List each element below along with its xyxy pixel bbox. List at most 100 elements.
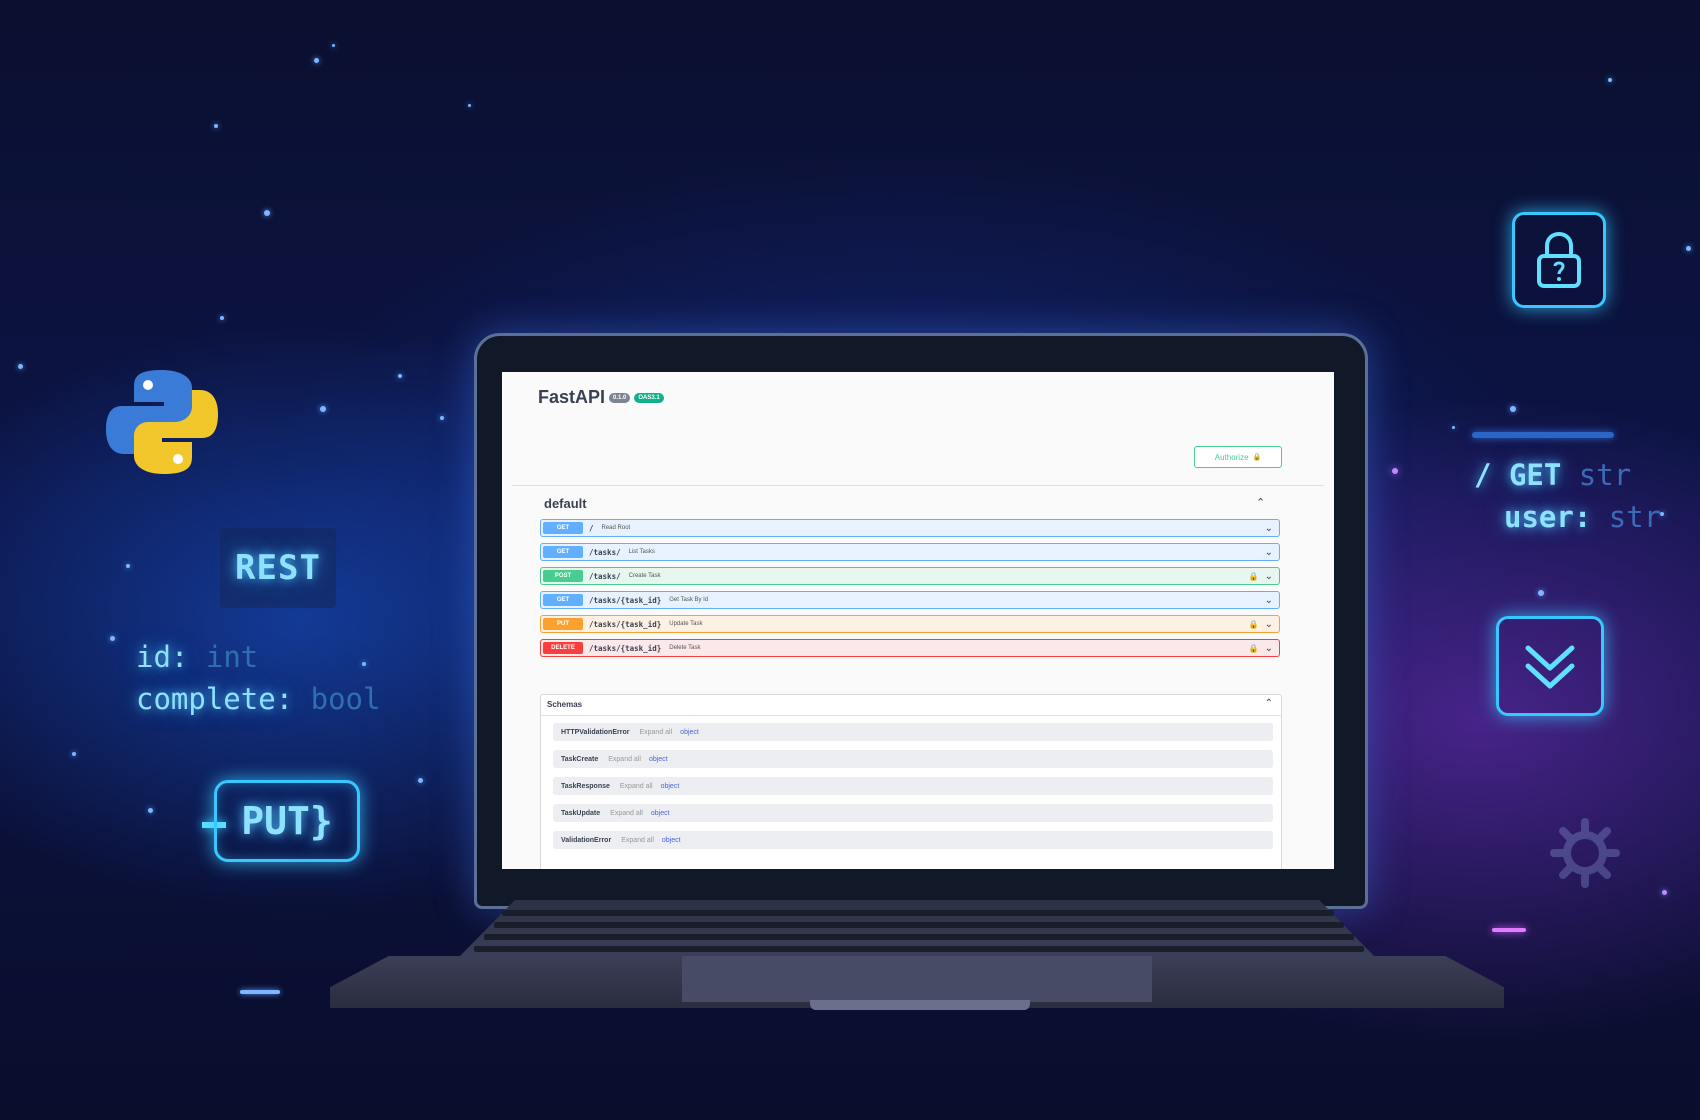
chevron-up-icon[interactable]: ⌃	[1265, 698, 1273, 709]
star	[1662, 890, 1667, 895]
key-row	[484, 934, 1354, 940]
authorize-button[interactable]: Authorize 🔒	[1194, 446, 1282, 468]
operation-path: /tasks/{task_id}	[589, 595, 662, 605]
code-line: / GET str	[1474, 454, 1661, 496]
operation-path: /tasks/{task_id}	[589, 619, 662, 629]
section-title[interactable]: default	[544, 496, 587, 511]
method-badge: GET	[543, 594, 583, 606]
chevron-down-icon[interactable]: ⌄	[1265, 595, 1273, 606]
star	[1392, 468, 1398, 474]
operation-summary: Read Root	[601, 525, 631, 531]
code-type: str	[1578, 458, 1632, 492]
operation-post-tasks[interactable]: POST /tasks/ Create Task 🔒 ⌄	[540, 567, 1280, 585]
operation-path: /	[589, 523, 594, 533]
lock-icon[interactable]: 🔒	[1249, 620, 1259, 629]
star	[398, 374, 402, 378]
laptop-base	[330, 900, 1504, 1020]
operation-delete-task[interactable]: DELETE /tasks/{task_id} Delete Task 🔒 ⌄	[540, 639, 1280, 657]
schema-name: TaskUpdate	[561, 809, 601, 817]
star	[332, 44, 335, 47]
operation-get-task[interactable]: GET /tasks/{task_id} Get Task By Id ⌄	[540, 591, 1280, 609]
operation-get-root[interactable]: GET / Read Root ⌄	[540, 519, 1280, 537]
chevron-down-icon[interactable]: ⌄	[1265, 571, 1273, 582]
code-line: id: int	[136, 636, 380, 678]
schema-name: HTTPValidationError	[561, 728, 630, 736]
star	[214, 124, 218, 128]
schemas-panel: Schemas ⌃ HTTPValidationError Expand all…	[540, 694, 1282, 869]
schema-type: object	[650, 809, 670, 817]
schema-expand[interactable]: Expand all	[608, 756, 641, 763]
star	[148, 808, 153, 813]
star	[1608, 78, 1612, 82]
schema-expand[interactable]: Expand all	[620, 783, 653, 790]
code-line: user: str	[1474, 496, 1661, 538]
method-badge: DELETE	[543, 642, 583, 654]
operation-get-tasks[interactable]: GET /tasks/ List Tasks ⌄	[540, 543, 1280, 561]
key-row	[502, 910, 1334, 916]
star	[240, 990, 280, 994]
star	[1686, 246, 1691, 251]
operation-summary: Get Task By Id	[669, 597, 709, 603]
operation-summary: Create Task	[628, 573, 661, 579]
lock-icon[interactable]: 🔒	[1249, 572, 1259, 581]
version-badge: 0.1.0	[609, 392, 631, 403]
schema-model[interactable]: TaskUpdate Expand all object	[553, 804, 1273, 822]
code-line: complete: bool	[136, 678, 380, 720]
schema-model[interactable]: TaskResponse Expand all object	[553, 777, 1273, 795]
schema-name: ValidationError	[561, 836, 612, 844]
code-slash: /	[1474, 458, 1492, 492]
schema-model[interactable]: ValidationError Expand all object	[553, 831, 1273, 849]
key-row	[474, 946, 1364, 952]
operation-path: /tasks/{task_id}	[589, 643, 662, 653]
operation-put-task[interactable]: PUT /tasks/{task_id} Update Task 🔒 ⌄	[540, 615, 1280, 633]
app-title: FastAPI 0.1.0 OAS3.1	[538, 387, 664, 408]
schema-model[interactable]: HTTPValidationError Expand all object	[553, 723, 1273, 741]
schema-expand[interactable]: Expand all	[639, 729, 672, 736]
decor-line	[1472, 432, 1614, 438]
laptop-notch	[810, 1000, 1030, 1010]
schema-type: object	[648, 755, 668, 763]
star	[320, 406, 326, 412]
operation-summary: Update Task	[669, 621, 703, 627]
code-type: bool	[310, 682, 381, 716]
schema-expand[interactable]: Expand all	[610, 810, 643, 817]
lock-icon	[1537, 231, 1581, 288]
code-type: str	[1608, 500, 1662, 534]
operation-summary: Delete Task	[669, 645, 701, 651]
schema-type: object	[661, 836, 681, 844]
method-badge: GET	[543, 522, 583, 534]
chevron-down-icon[interactable]: ⌄	[1265, 619, 1273, 630]
lock-icon[interactable]: 🔒	[1249, 644, 1259, 653]
code-key: user:	[1504, 500, 1592, 534]
trackpad	[682, 956, 1152, 1002]
chevron-down-icon[interactable]: ⌄	[1265, 523, 1273, 534]
star	[18, 364, 23, 369]
python-logo	[106, 370, 218, 474]
chevron-down-icon[interactable]: ⌄	[1265, 547, 1273, 558]
operation-path: /tasks/	[589, 547, 621, 557]
chevron-down-icon	[1525, 645, 1575, 689]
star	[1452, 426, 1455, 429]
lock-icon: 🔒	[1252, 454, 1262, 461]
schema-name: TaskResponse	[561, 782, 610, 790]
chevron-down-icon[interactable]: ⌄	[1265, 643, 1273, 654]
code-key: id:	[136, 640, 189, 674]
code-type: int	[205, 640, 259, 674]
star	[468, 104, 471, 107]
star	[264, 210, 270, 216]
authorize-label: Authorize	[1214, 452, 1249, 462]
operation-path: /tasks/	[589, 571, 621, 581]
star	[72, 752, 76, 756]
key-row	[494, 922, 1344, 928]
star	[110, 636, 115, 641]
laptop-screen: FastAPI 0.1.0 OAS3.1 Authorize 🔒 default…	[502, 372, 1334, 869]
schema-model[interactable]: TaskCreate Expand all object	[553, 750, 1273, 768]
schemas-title[interactable]: Schemas	[547, 700, 582, 709]
app-name: FastAPI	[538, 387, 606, 407]
code-method: GET	[1508, 458, 1562, 492]
gear-icon	[1550, 818, 1620, 888]
star	[1510, 406, 1516, 412]
code-snippet-left: id: int complete: bool	[136, 636, 380, 720]
chevron-up-icon[interactable]: ⌃	[1256, 496, 1265, 509]
schema-expand[interactable]: Expand all	[621, 837, 654, 844]
